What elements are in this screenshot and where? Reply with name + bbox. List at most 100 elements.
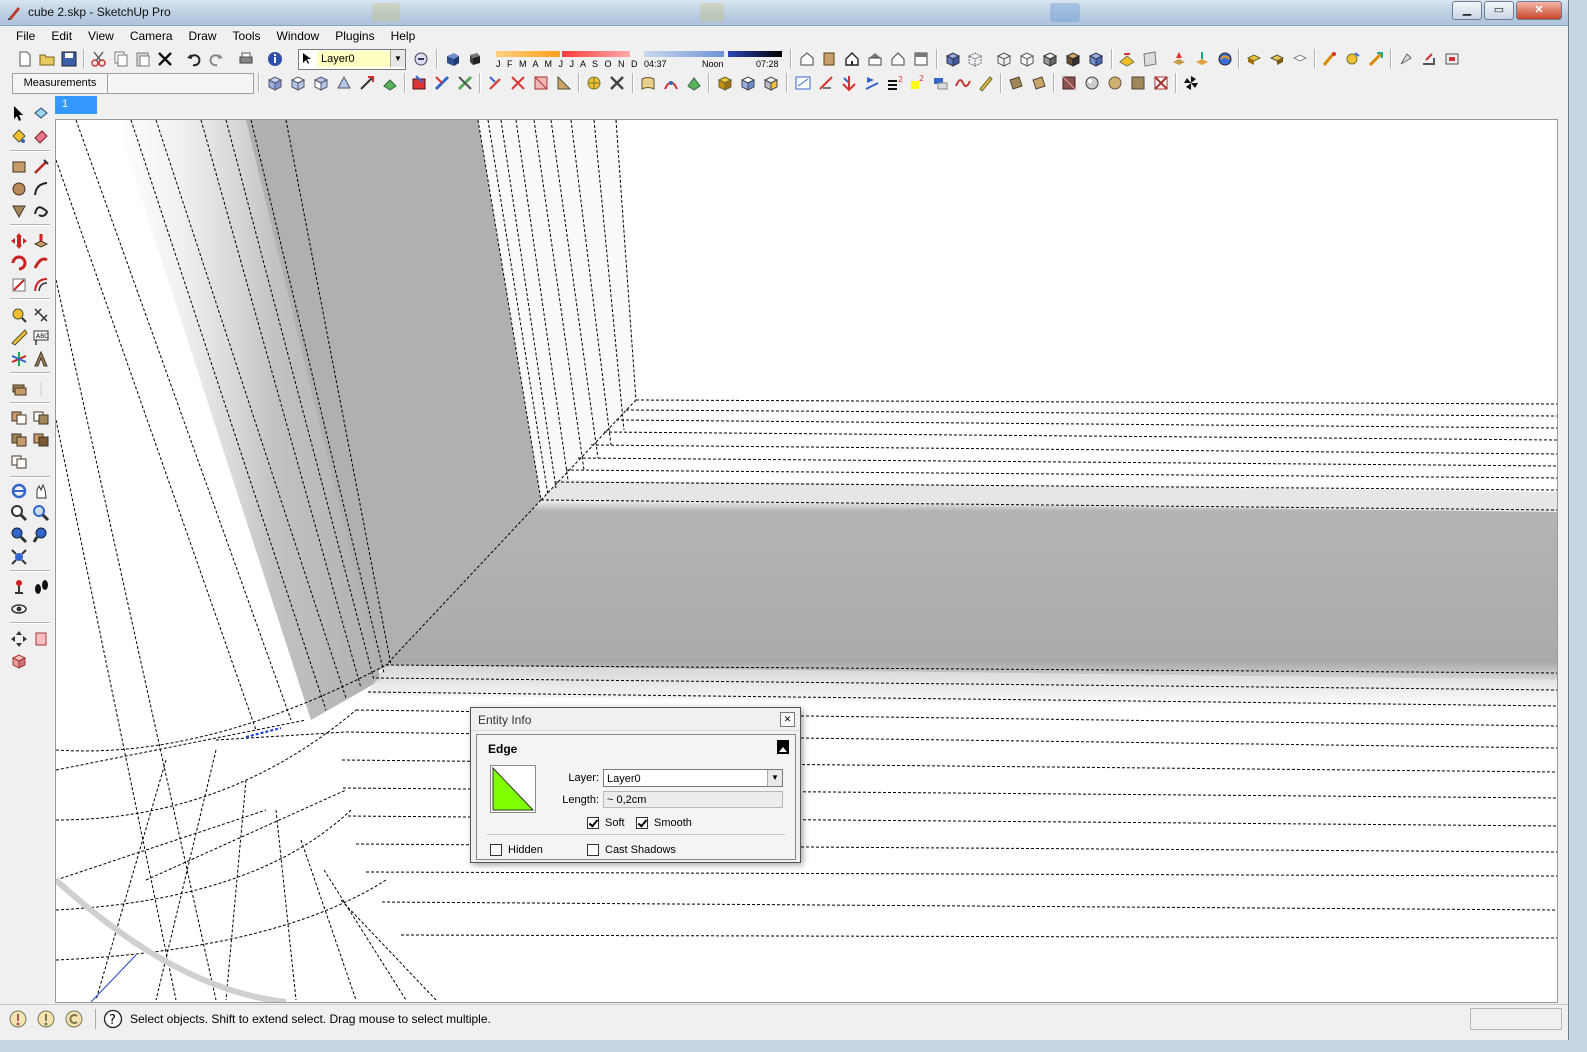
length-field[interactable]: ~ 0,2cm [603,791,783,808]
shadow-date-slider[interactable]: J F M A M J J A S O N D [496,49,638,69]
top-view-house-icon[interactable] [798,50,816,68]
move-tool-icon[interactable] [10,232,28,250]
chevron-down-icon[interactable]: ▼ [390,50,405,67]
look-around-icon[interactable] [10,600,28,618]
solid-tools-2-icon[interactable] [433,74,451,92]
plugin-square-icon[interactable]: 2 [908,74,926,92]
scene-tab[interactable]: 1 [55,96,97,114]
right-view-icon[interactable] [866,50,884,68]
layers-stack-icon[interactable] [10,380,28,398]
section-display-icon[interactable] [10,652,28,670]
geo-location-icon[interactable] [8,1009,28,1029]
soft-checkbox[interactable]: Soft [587,817,625,829]
save-icon[interactable] [60,50,78,68]
plugin-circle-icon[interactable] [1106,74,1124,92]
open-file-icon[interactable] [38,50,56,68]
hidden-checkbox[interactable]: Hidden [490,844,543,856]
print-icon[interactable] [237,50,255,68]
pinwheel-icon[interactable] [1182,74,1200,92]
plugin-layers-icon[interactable] [931,74,949,92]
cast-shadows-checkbox-box[interactable] [587,844,599,856]
union-icon[interactable] [10,430,28,448]
material-1-icon[interactable] [1007,74,1025,92]
menu-camera[interactable]: Camera [122,29,181,43]
plugin-cross-box-icon[interactable] [1152,74,1170,92]
plugin-tools-icon[interactable] [608,74,626,92]
walk-sandbox-icon[interactable] [1118,50,1136,68]
next-view-icon[interactable] [32,526,50,544]
menu-tools[interactable]: Tools [225,29,269,43]
hidden-checkbox-box[interactable] [490,844,502,856]
menu-window[interactable]: Window [269,29,328,43]
shaded-style-icon[interactable] [1041,50,1059,68]
offset-tool-icon[interactable] [32,276,50,294]
hidden-line-style-icon[interactable] [1018,50,1036,68]
components-icon[interactable] [1245,50,1263,68]
arc-tool-icon[interactable] [32,180,50,198]
trim-icon[interactable] [10,452,28,470]
polygon-tool-icon[interactable] [10,202,28,220]
edit-tool-2-icon[interactable] [509,74,527,92]
scale-tool-icon[interactable] [10,276,28,294]
outer-shell-icon[interactable] [10,408,28,426]
plugin-tool-4-icon[interactable] [1397,50,1415,68]
erase-delete-icon[interactable] [156,50,174,68]
pan-tool-icon[interactable] [32,482,50,500]
orbit-tool-icon[interactable] [10,482,28,500]
modeling-viewport[interactable] [55,119,1558,1003]
make-component-icon[interactable] [32,105,50,123]
zoom-tool-icon[interactable] [10,504,28,522]
close-icon[interactable]: ✕ [780,712,795,727]
push-pull-tool-icon[interactable] [32,232,50,250]
view-iso-icon[interactable] [266,74,284,92]
paste-icon[interactable] [134,50,152,68]
selected-edge[interactable] [245,727,282,738]
paint-bucket-icon[interactable] [10,127,28,145]
left-view-icon[interactable] [912,50,930,68]
edit-tool-3-icon[interactable] [532,74,550,92]
plugin-pencil-icon[interactable] [977,74,995,92]
view-right-icon[interactable] [335,74,353,92]
axes-tool-icon[interactable] [10,350,28,368]
maximize-button[interactable]: ▭ [1484,1,1514,20]
credits-icon[interactable] [36,1009,56,1029]
section-plane-tool-icon[interactable] [10,630,28,648]
text-tool-icon[interactable]: ABC [32,328,50,346]
fredo-scale-icon[interactable] [794,74,812,92]
position-camera-icon[interactable] [10,578,28,596]
iso-view-house-icon[interactable] [843,50,861,68]
plugin-knife-icon[interactable] [817,74,835,92]
chevron-down-icon[interactable]: ▼ [767,770,782,786]
material-swatch[interactable] [490,765,536,813]
close-button[interactable]: ✕ [1516,1,1562,20]
solid-tools-1-icon[interactable] [410,74,428,92]
freehand-tool-icon[interactable] [32,202,50,220]
layer-dropdown[interactable]: Layer0 ▼ [298,49,406,70]
component-box-2-icon[interactable] [739,74,757,92]
plugin-curve-icon[interactable] [954,74,972,92]
rotate-tool-icon[interactable] [10,254,28,272]
xray-style-icon[interactable] [944,50,962,68]
menu-file[interactable]: File [8,29,43,43]
zoom-extents-icon[interactable] [10,548,28,566]
section-plane-icon[interactable] [1141,50,1159,68]
circle-tool-icon[interactable] [10,180,28,198]
plugin-sphere-icon[interactable] [585,74,603,92]
3d-text-tool-icon[interactable] [32,350,50,368]
plugin-tool-6-icon[interactable] [1443,50,1461,68]
plugin-box-red-icon[interactable] [1060,74,1078,92]
component-box-3-icon[interactable] [762,74,780,92]
cut-icon[interactable] [90,50,108,68]
material-2-icon[interactable] [1030,74,1048,92]
rectangle-tool-icon[interactable] [10,158,28,176]
intersect-icon[interactable] [32,408,50,426]
section-fill-icon[interactable] [32,630,50,648]
view-front-icon[interactable] [312,74,330,92]
layer-manager-icon[interactable] [412,50,430,68]
sandbox-drape-icon[interactable] [1193,50,1211,68]
copy-icon[interactable] [112,50,130,68]
front-view-icon[interactable] [820,50,838,68]
plugin-flag-icon[interactable] [863,74,881,92]
sandbox-mesh-icon[interactable] [639,74,657,92]
subtract-icon[interactable] [32,430,50,448]
